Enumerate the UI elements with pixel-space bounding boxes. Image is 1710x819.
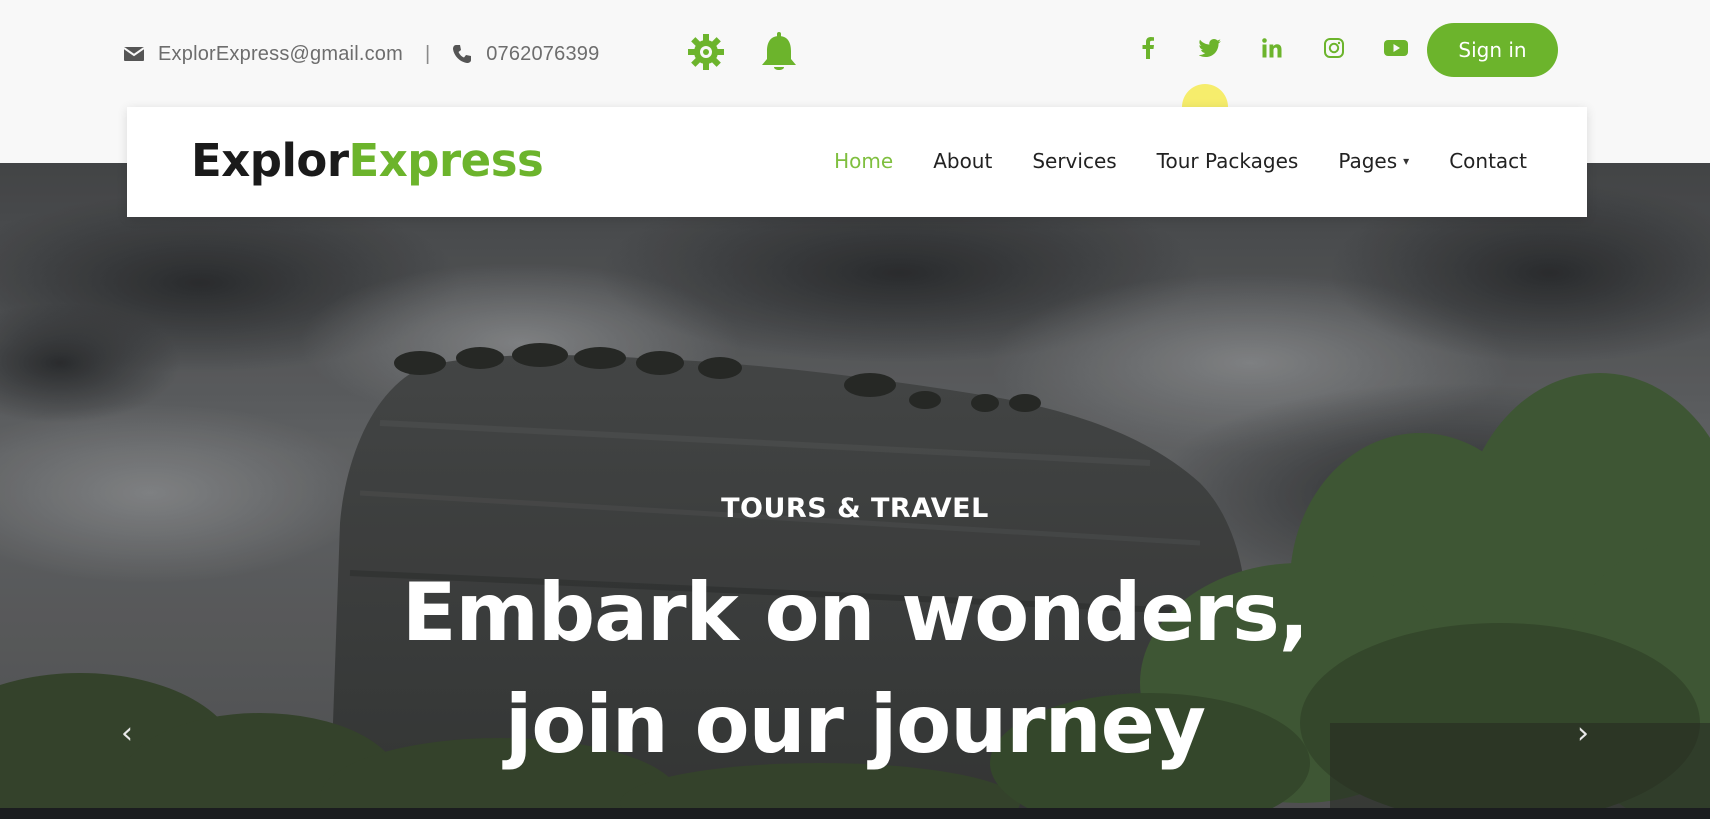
instagram-icon[interactable] [1316, 30, 1352, 66]
contact-info: ExplorExpress@gmail.com | 0762076399 [124, 38, 599, 70]
brand-name-part-1: Explor [191, 134, 349, 187]
gear-icon[interactable] [684, 30, 728, 74]
main-navbar: ExplorExpress Home About Services Tour P… [127, 107, 1587, 217]
caret-down-icon: ▾ [1403, 154, 1410, 168]
nav-item-services[interactable]: Services [1032, 149, 1116, 173]
contact-separator: | [424, 42, 431, 65]
nav-item-tour-packages[interactable]: Tour Packages [1157, 149, 1299, 173]
phone-number-link[interactable]: 0762076399 [486, 43, 599, 66]
nav-item-pages[interactable]: Pages ▾ [1338, 149, 1409, 173]
facebook-icon[interactable] [1130, 30, 1166, 66]
hero-eyebrow: TOURS & TRAVEL [721, 493, 989, 524]
carousel-next-button[interactable]: › [1570, 713, 1596, 753]
carousel-prev-button[interactable]: ‹ [114, 713, 140, 753]
hero-carousel: TOURS & TRAVEL Embark on wonders, join o… [0, 163, 1710, 808]
nav-item-home[interactable]: Home [834, 149, 893, 173]
linkedin-icon[interactable] [1254, 30, 1290, 66]
email-link[interactable]: ExplorExpress@gmail.com [158, 43, 403, 66]
brand-logo[interactable]: ExplorExpress [191, 134, 544, 187]
hero-headline-line-1: Embark on wonders, [401, 566, 1309, 659]
nav-item-pages-label: Pages [1338, 149, 1398, 173]
youtube-icon[interactable] [1378, 30, 1414, 66]
twitter-icon[interactable] [1192, 30, 1228, 66]
sign-in-button[interactable]: Sign in [1427, 23, 1558, 77]
nav-item-contact[interactable]: Contact [1449, 149, 1527, 173]
nav-item-about[interactable]: About [933, 149, 992, 173]
social-links [1130, 30, 1414, 66]
phone-icon [452, 44, 472, 64]
brand-name-part-2: Express [348, 134, 544, 187]
envelope-icon [124, 44, 144, 64]
nav-menu: Home About Services Tour Packages Pages … [794, 145, 1527, 177]
hero-headline-line-2: join our journey [505, 678, 1206, 771]
bottom-edge [0, 808, 1710, 819]
hero-headline: Embark on wonders, join our journey [0, 557, 1710, 781]
bell-icon[interactable] [757, 30, 801, 74]
